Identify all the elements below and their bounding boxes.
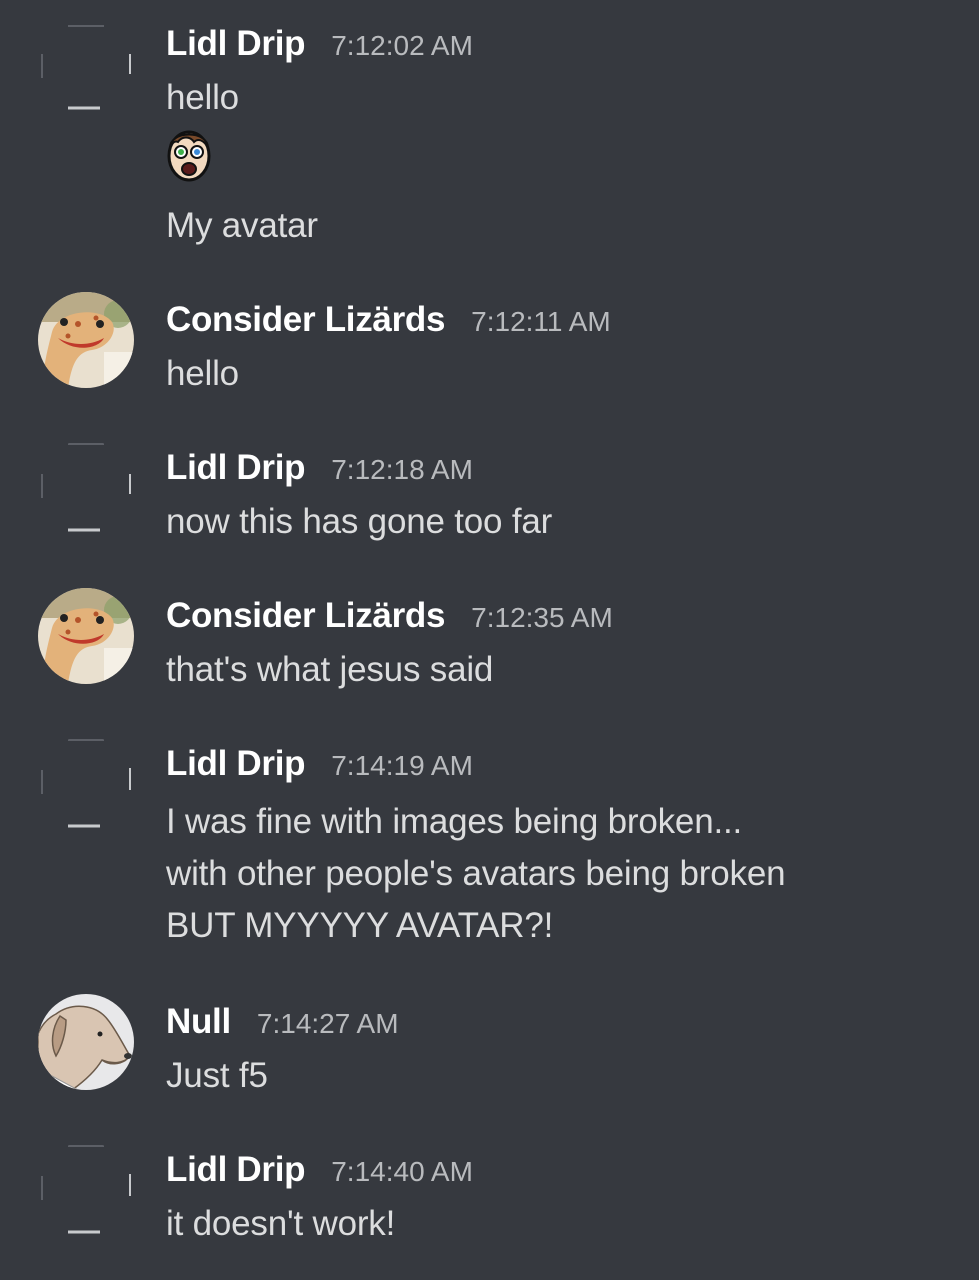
dog-avatar[interactable]: [38, 994, 134, 1090]
message-header: Consider Lizärds 7:12:35 AM: [166, 592, 613, 640]
message-text: Just f5: [166, 1056, 268, 1095]
message-text: hello: [166, 78, 239, 117]
message-text: hello: [166, 354, 239, 393]
broken-avatar-icon[interactable]: [38, 440, 134, 536]
message-text: it doesn't work!: [166, 1204, 396, 1243]
message-text: BUT MYYYYY AVATAR?!: [166, 906, 554, 945]
message-header: Lidl Drip 7:14:19 AM: [166, 740, 473, 788]
author-name[interactable]: Consider Lizärds: [166, 300, 445, 339]
message-text: with other people's avatars being broken: [166, 854, 786, 893]
message-header: Lidl Drip 7:12:02 AM: [166, 20, 473, 68]
author-name[interactable]: Lidl Drip: [166, 744, 306, 783]
message-header: Null 7:14:27 AM: [166, 998, 399, 1046]
message-header: Lidl Drip 7:12:18 AM: [166, 444, 473, 492]
author-name[interactable]: Lidl Drip: [166, 448, 306, 487]
timestamp: 7:14:27 AM: [256, 1008, 399, 1039]
broken-avatar-icon[interactable]: [38, 20, 134, 116]
author-name[interactable]: Null: [166, 1002, 231, 1041]
lizard-avatar[interactable]: [38, 588, 134, 684]
message-text: I was fine with images being broken...: [166, 802, 743, 841]
broken-avatar-icon[interactable]: [38, 1142, 134, 1238]
message-text: now this has gone too far: [166, 502, 553, 541]
cartoon-face-image[interactable]: [164, 124, 214, 182]
timestamp: 7:14:40 AM: [331, 1156, 473, 1187]
message-header: Consider Lizärds 7:12:11 AM: [166, 296, 611, 344]
timestamp: 7:12:35 AM: [471, 602, 613, 633]
message-text: that's what jesus said: [166, 650, 494, 689]
broken-avatar-icon[interactable]: [38, 736, 134, 832]
author-name[interactable]: Lidl Drip: [166, 24, 306, 63]
author-name[interactable]: Consider Lizärds: [166, 596, 445, 635]
timestamp: 7:12:18 AM: [331, 454, 473, 485]
author-name[interactable]: Lidl Drip: [166, 1150, 306, 1189]
timestamp: 7:12:11 AM: [471, 306, 611, 337]
message-text: My avatar: [166, 206, 318, 245]
lizard-avatar[interactable]: [38, 292, 134, 388]
message-header: Lidl Drip 7:14:40 AM: [166, 1146, 473, 1194]
timestamp: 7:12:02 AM: [331, 30, 473, 61]
timestamp: 7:14:19 AM: [331, 750, 473, 781]
